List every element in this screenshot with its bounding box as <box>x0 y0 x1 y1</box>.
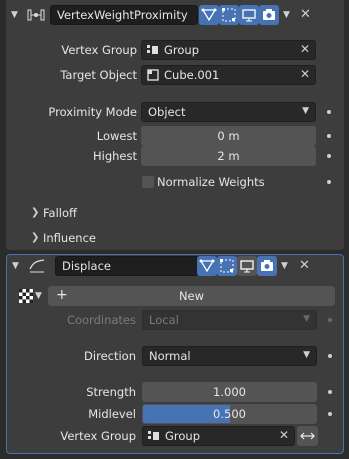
lowest-label: Lowest <box>96 129 137 143</box>
coordinates-value: Local <box>149 313 179 327</box>
coordinates-dropdown[interactable]: Local ▼ <box>142 310 317 330</box>
edit-mode-toggle[interactable] <box>199 5 219 25</box>
realtime-display-toggle[interactable] <box>237 256 257 276</box>
strength-field[interactable]: 1.000 <box>142 382 317 402</box>
realtime-display-icon <box>242 9 256 22</box>
modifier-header: ▼ VertexWeightProximity ▼ ✕ <box>6 5 344 27</box>
render-toggle[interactable] <box>257 256 277 276</box>
falloff-subpanel-header[interactable]: Falloff <box>43 203 77 223</box>
direction-dropdown[interactable]: Normal ▼ <box>142 346 317 366</box>
realtime-display-toggle[interactable] <box>239 5 259 25</box>
cage-icon <box>222 8 236 22</box>
animate-property-dot[interactable] <box>327 154 331 158</box>
chevron-down-icon[interactable]: ▼ <box>35 286 42 306</box>
vertex-group-icon <box>147 45 158 54</box>
new-texture-button[interactable]: + New <box>48 286 335 306</box>
strength-label: Strength <box>86 385 136 399</box>
direction-label: Direction <box>84 349 136 363</box>
animate-property-dot[interactable] <box>327 180 331 184</box>
object-icon <box>147 69 159 81</box>
collapse-chevron-icon[interactable]: ▼ <box>11 5 18 25</box>
edit-mode-icon <box>201 8 217 22</box>
modifier-menu-chevron-icon[interactable]: ▼ <box>281 256 288 276</box>
texture-checker-icon[interactable] <box>19 289 33 303</box>
vertex-group-field[interactable]: Group ✕ <box>141 40 316 60</box>
animate-property-dot[interactable] <box>328 354 332 358</box>
chevron-right-icon[interactable]: ❯ <box>31 203 39 223</box>
clear-target-close-icon[interactable]: ✕ <box>300 66 310 83</box>
chevron-right-icon[interactable]: ❯ <box>31 228 39 248</box>
vertex-weight-proximity-panel: ▼ VertexWeightProximity ▼ ✕ Vertex Group… <box>6 0 344 250</box>
clear-vertex-group-close-icon[interactable]: ✕ <box>300 41 310 58</box>
modifier-name-field[interactable]: VertexWeightProximity <box>50 5 198 25</box>
displace-modifier-icon <box>29 259 45 273</box>
proximity-mode-value: Object <box>148 105 186 119</box>
direction-value: Normal <box>149 349 191 363</box>
cage-toggle[interactable] <box>219 5 239 25</box>
render-camera-icon <box>263 9 275 20</box>
vertex-group-field[interactable]: Group ✕ <box>142 426 295 446</box>
normalize-weights-label: Normalize Weights <box>157 175 265 189</box>
clear-vertex-group-close-icon[interactable]: ✕ <box>279 427 289 444</box>
proximity-mode-label: Proximity Mode <box>48 105 137 119</box>
edit-mode-toggle[interactable] <box>197 256 217 276</box>
cage-toggle[interactable] <box>217 256 237 276</box>
midlevel-slider[interactable]: 0.500 <box>142 404 317 424</box>
modifier-name-field[interactable]: Displace <box>55 256 199 276</box>
animate-property-dot[interactable] <box>328 412 332 416</box>
chevron-down-icon: ▼ <box>303 314 310 324</box>
target-object-value: Cube.001 <box>164 68 220 82</box>
animate-property-dot[interactable] <box>327 134 331 138</box>
animate-property-dot[interactable] <box>327 110 331 114</box>
highest-label: Highest <box>92 149 137 163</box>
highest-field[interactable]: 2 m <box>141 146 316 166</box>
chevron-down-icon: ▼ <box>302 106 309 116</box>
target-object-field[interactable]: Cube.001 ✕ <box>141 65 316 85</box>
lowest-field[interactable]: 0 m <box>141 126 316 146</box>
render-toggle[interactable] <box>259 5 279 25</box>
vertex-weight-modifier-icon <box>27 9 45 21</box>
vertex-group-value: Group <box>165 429 201 443</box>
coordinates-label: Coordinates <box>66 313 136 327</box>
new-texture-label: New <box>178 289 205 303</box>
modifier-header: ▼ Displace ▼ ✕ <box>7 256 343 278</box>
edit-mode-icon <box>199 259 215 273</box>
animate-property-dot[interactable] <box>328 318 332 322</box>
remove-modifier-close-icon[interactable]: ✕ <box>300 5 311 25</box>
animate-property-dot[interactable] <box>328 390 332 394</box>
render-camera-icon <box>261 260 273 271</box>
invert-vertex-group-button[interactable] <box>297 426 318 446</box>
vertex-group-label: Vertex Group <box>61 43 137 57</box>
invert-arrows-icon <box>300 432 315 440</box>
proximity-mode-dropdown[interactable]: Object ▼ <box>141 102 316 122</box>
collapse-chevron-icon[interactable]: ▼ <box>12 256 19 276</box>
cage-icon <box>220 259 234 273</box>
modifier-menu-chevron-icon[interactable]: ▼ <box>283 5 290 25</box>
target-object-label: Target Object <box>60 68 137 82</box>
displace-panel: ▼ Displace ▼ ✕ ▼ + New Coordinates Local… <box>6 254 344 454</box>
vertex-group-icon <box>148 431 159 440</box>
realtime-display-icon <box>240 260 254 273</box>
vertex-group-value: Group <box>164 43 200 57</box>
midlevel-label: Midlevel <box>88 407 136 421</box>
chevron-down-icon: ▼ <box>303 350 310 360</box>
remove-modifier-close-icon[interactable]: ✕ <box>299 256 310 276</box>
influence-subpanel-header[interactable]: Influence <box>43 228 96 248</box>
normalize-weights-checkbox[interactable] <box>142 176 154 188</box>
midlevel-value: 0.500 <box>213 407 246 421</box>
plus-icon: + <box>56 287 68 303</box>
vertex-group-label: Vertex Group <box>60 429 136 443</box>
